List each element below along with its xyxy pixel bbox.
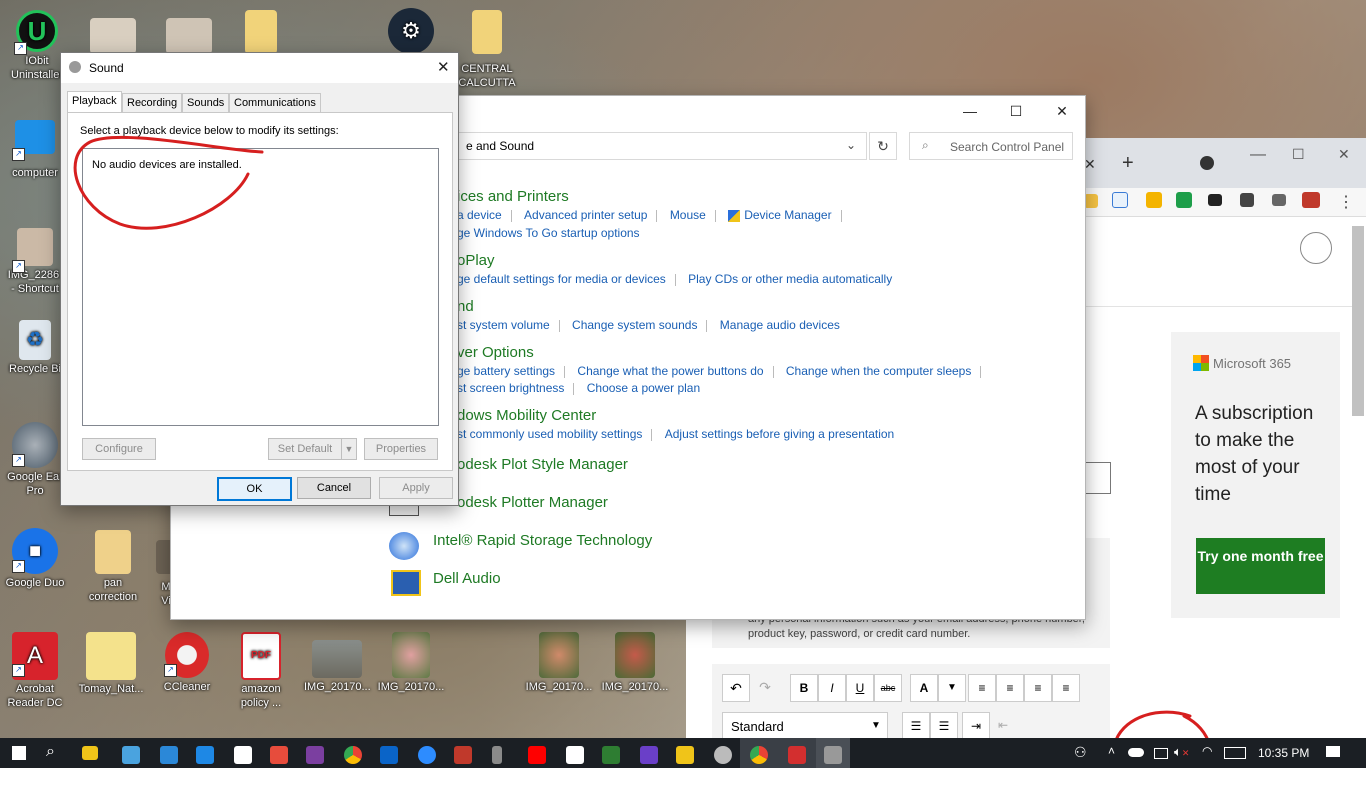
media-app-icon[interactable]: [454, 746, 472, 764]
zoom-icon[interactable]: [418, 746, 436, 764]
search-icon[interactable]: ⌕: [46, 743, 55, 761]
annotation-circle-sound: [73, 135, 264, 230]
chevron-up-icon[interactable]: ˄: [1108, 744, 1115, 758]
chrome-icon[interactable]: [344, 746, 362, 764]
windows-start-icon[interactable]: [12, 746, 26, 760]
control-panel-icon[interactable]: [788, 746, 806, 764]
notification-center-icon[interactable]: [1326, 746, 1340, 757]
red-annotation-overlay: [73, 135, 1214, 794]
desktop-app-icon[interactable]: [122, 746, 140, 764]
globe-app-icon[interactable]: [714, 746, 732, 764]
below-taskbar-blank: [0, 768, 1366, 796]
store-icon[interactable]: [82, 746, 98, 760]
volume-muted-icon[interactable]: 🔈︎✕: [1174, 744, 1189, 760]
usb-icon[interactable]: [492, 746, 502, 764]
onedrive-tray-icon[interactable]: [1128, 748, 1144, 757]
onenote-icon[interactable]: [306, 746, 324, 764]
outlook-icon[interactable]: [160, 746, 178, 764]
people-icon[interactable]: ⚇: [1074, 744, 1087, 761]
chrome-active-icon[interactable]: [750, 746, 768, 764]
onedrive-icon[interactable]: [380, 746, 398, 764]
k-app-icon[interactable]: [234, 746, 252, 764]
maps-app-icon[interactable]: [602, 746, 620, 764]
battery-icon[interactable]: [1154, 748, 1168, 759]
security-app-icon[interactable]: [566, 746, 584, 764]
youtube-icon[interactable]: [528, 746, 546, 764]
keyboard-icon[interactable]: [1224, 747, 1246, 759]
anydesk-icon[interactable]: [270, 746, 288, 764]
mail-icon[interactable]: [196, 746, 214, 764]
video-app-icon[interactable]: [640, 746, 658, 764]
sound-app-icon[interactable]: [824, 746, 842, 764]
wifi-icon[interactable]: ◠: [1202, 744, 1212, 758]
clock-time[interactable]: 10:35 PM: [1258, 746, 1309, 760]
taskbar: ⌕ ⚇ ˄ 🔈︎✕ ◠ 10:35 PM: [0, 738, 1366, 768]
file-explorer-icon[interactable]: [676, 746, 694, 764]
